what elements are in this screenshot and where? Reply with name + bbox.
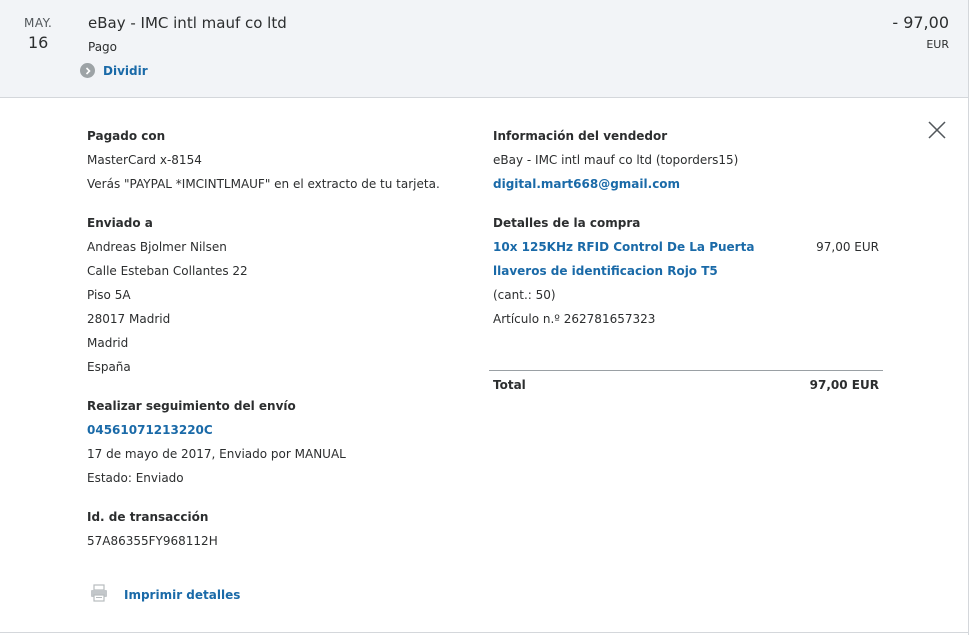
total-value: 97,00 EUR <box>809 378 879 392</box>
item-price: 97,00 EUR <box>816 240 879 254</box>
statement-note: Verás "PAYPAL *IMCINTLMAUF" en el extrac… <box>87 177 440 191</box>
details-right-column: Información del vendedor eBay - IMC intl… <box>493 124 883 331</box>
seller-name: eBay - IMC intl mauf co ltd (toporders15… <box>493 153 739 167</box>
transaction-id-heading: Id. de transacción <box>87 510 209 524</box>
chevron-right-icon <box>80 63 95 78</box>
split-button[interactable]: Dividir <box>80 63 148 78</box>
printer-icon <box>90 584 108 606</box>
split-label: Dividir <box>103 63 148 78</box>
total-divider <box>489 370 883 371</box>
paid-with-heading: Pagado con <box>87 129 166 143</box>
transaction-type: Pago <box>88 40 118 54</box>
item-title-link-cont[interactable]: llaveros de identificacion Rojo T5 <box>493 259 883 283</box>
total-label: Total <box>493 378 526 392</box>
merchant-name: eBay - IMC intl mauf co ltd <box>88 14 287 32</box>
seller-email-link[interactable]: digital.mart668@gmail.com <box>493 172 883 196</box>
item-number: Artículo n.º 262781657323 <box>493 312 656 326</box>
address-line: Calle Esteban Collantes 22 <box>87 264 248 278</box>
currency: EUR <box>926 38 949 51</box>
date-month: MAY. <box>24 16 53 30</box>
print-details-button[interactable]: Imprimir detalles <box>90 584 240 606</box>
seller-info-heading: Información del vendedor <box>493 129 668 143</box>
transaction-summary[interactable]: MAY. 16 eBay - IMC intl mauf co ltd Pago… <box>0 0 969 98</box>
panel-border <box>0 632 969 633</box>
details-left-column: Pagado con MasterCard x-8154 Verás "PAYP… <box>87 124 477 553</box>
tracking-heading: Realizar seguimiento del envío <box>87 399 296 413</box>
address-line: Madrid <box>87 336 129 350</box>
print-details-label: Imprimir detalles <box>124 588 241 602</box>
item-row: 10x 125KHz RFID Control De La Puerta 97,… <box>493 235 883 259</box>
shipped-to-heading: Enviado a <box>87 216 153 230</box>
total-row: Total 97,00 EUR <box>493 373 879 397</box>
address-line: 28017 Madrid <box>87 312 171 326</box>
amount: - 97,00 <box>892 13 949 32</box>
item-quantity: (cant.: 50) <box>493 288 556 302</box>
close-icon[interactable] <box>927 120 947 140</box>
shipped-info: 17 de mayo de 2017, Enviado por MANUAL <box>87 447 346 461</box>
address-line: Andreas Bjolmer Nilsen <box>87 240 227 254</box>
card-info: MasterCard x-8154 <box>87 153 202 167</box>
purchase-details-heading: Detalles de la compra <box>493 216 641 230</box>
tracking-number-link[interactable]: 04561071213220C <box>87 418 477 442</box>
address-line: España <box>87 360 131 374</box>
date-day: 16 <box>28 33 49 52</box>
item-title-link[interactable]: 10x 125KHz RFID Control De La Puerta <box>493 240 754 254</box>
shipping-status: Estado: Enviado <box>87 471 184 485</box>
transaction-id: 57A86355FY968112H <box>87 534 218 548</box>
address-line: Piso 5A <box>87 288 131 302</box>
panel-border <box>968 0 969 635</box>
